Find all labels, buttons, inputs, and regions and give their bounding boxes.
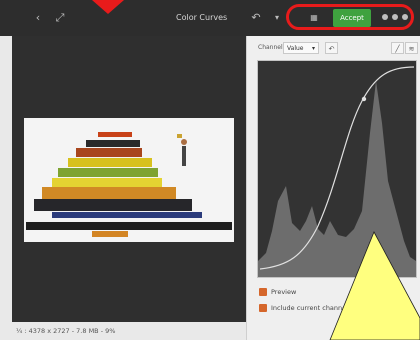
annotation-arrow [92,0,124,14]
fullscreen-icon[interactable]: ⤢ [52,0,68,36]
curve-mode-icon: ╱ [395,45,400,53]
artwork-image [24,118,234,242]
freehand-icon: ≋ [408,45,415,53]
include-channel-label: Include current channel [271,304,348,312]
image-canvas[interactable] [12,36,246,322]
channel-label: Channel [258,44,283,51]
window-title: Color Curves [176,13,228,22]
back-icon[interactable]: ‹ [30,0,46,36]
linear-mode-button[interactable]: ╱ [391,42,404,54]
dropdown-icon[interactable]: ▾ [270,0,284,36]
curve-control-point[interactable] [361,96,367,102]
preview-checkbox[interactable] [259,288,267,296]
reset-channel-button[interactable]: ↶ [325,42,338,54]
channel-select[interactable]: Value ▾ [283,42,319,54]
undo-icon[interactable]: ↶ [248,0,264,36]
chevron-down-icon: ▾ [311,45,315,52]
curves-editor[interactable] [257,60,417,278]
histogram [258,81,416,277]
freehand-mode-button[interactable]: ≋ [405,42,418,54]
reset-icon: ↶ [328,45,335,53]
curves-panel: Channel Value ▾ ↶ ╱ ≋ Preview Include cu… [246,36,420,340]
annotation-highlight-ring [286,4,414,30]
channel-select-value: Value [287,45,304,52]
preview-option[interactable]: Preview [259,287,296,297]
status-bar: ¼ : 4378 x 2727 - 7.8 MB - 9% [12,322,246,340]
preview-label: Preview [271,288,297,296]
include-channel-checkbox[interactable] [259,304,267,312]
include-channel-option[interactable]: Include current channel [259,303,348,313]
